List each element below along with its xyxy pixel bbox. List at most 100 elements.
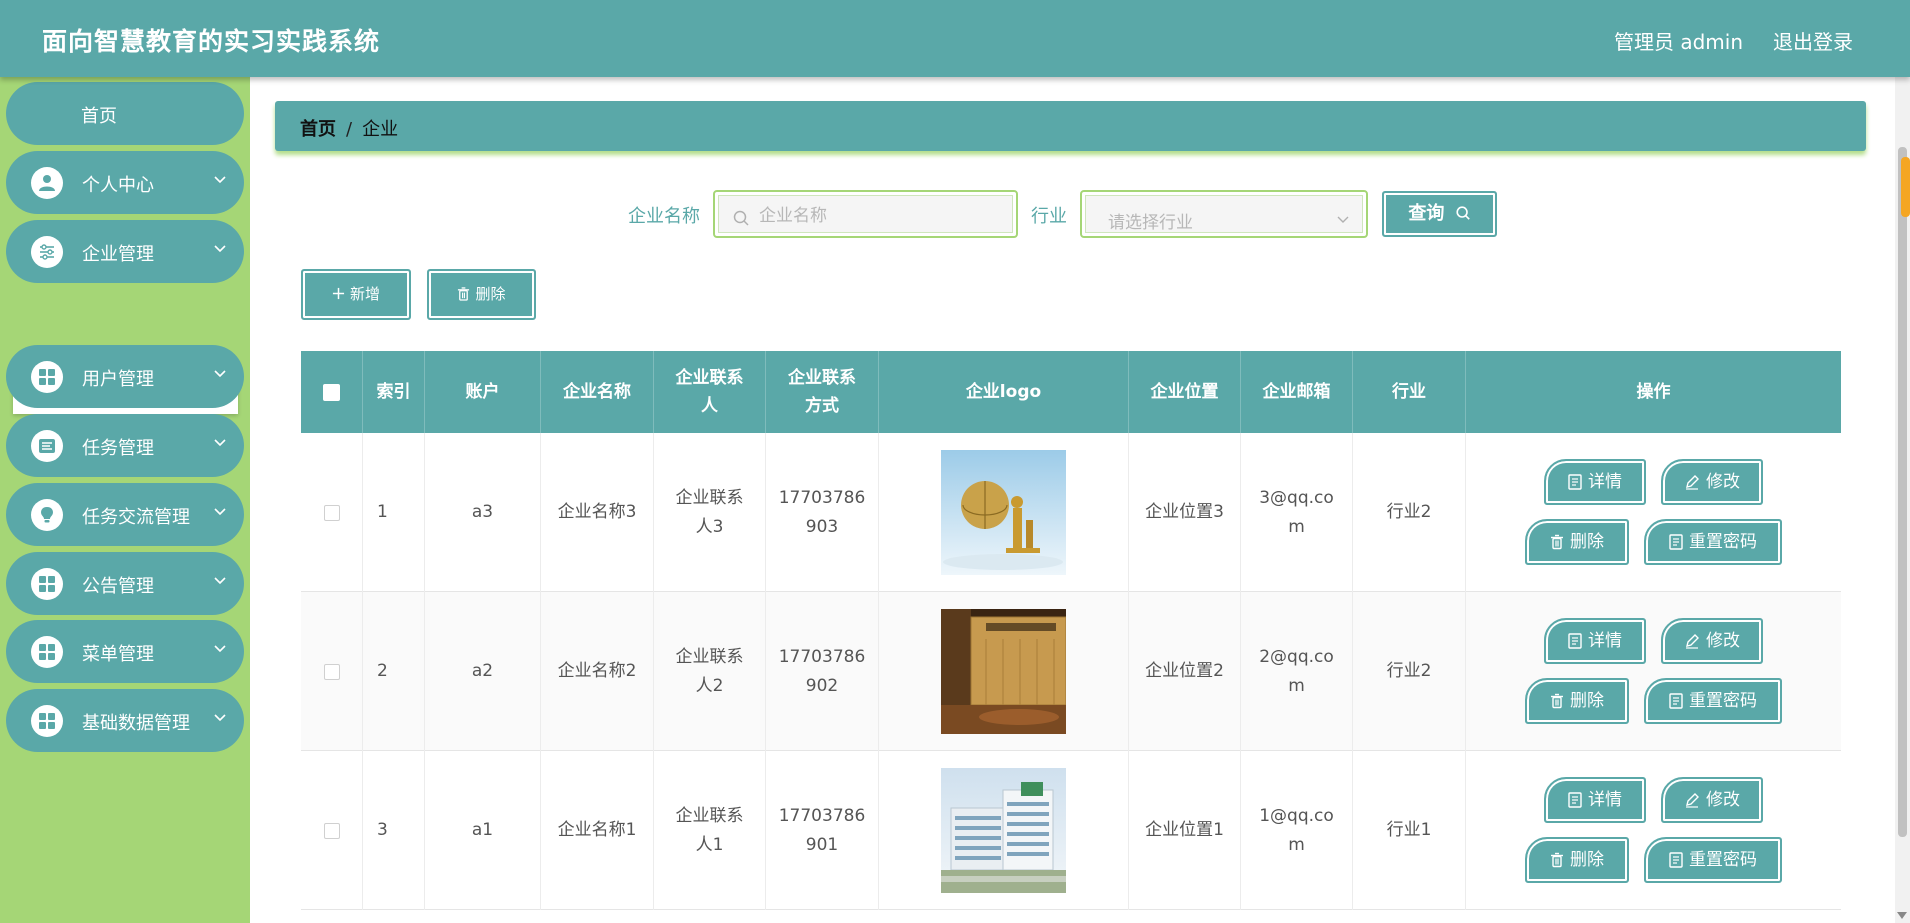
- batch-delete-button-label: 删除: [475, 285, 506, 303]
- cell-contact: 企业联系人3: [654, 433, 766, 592]
- sidebar-item-label: 企业管理: [82, 244, 154, 265]
- cell-phone: 17703786903: [766, 433, 879, 592]
- chevron-down-icon: [214, 645, 226, 653]
- column-header: 企业名称: [541, 351, 654, 433]
- table-row: 1 a3 企业名称3 企业联系人3 17703786903 企业位置3 3@qq…: [301, 433, 1841, 592]
- column-header: 企业位置: [1129, 351, 1241, 433]
- scrollbar-accent: [1901, 157, 1910, 217]
- cell-phone: 17703786901: [766, 751, 879, 910]
- sidebar-item-task-management[interactable]: 任务管理: [6, 414, 244, 477]
- batch-delete-button[interactable]: 删除: [427, 269, 536, 320]
- document-icon: [1568, 474, 1582, 490]
- cell-account: a3: [425, 433, 541, 592]
- sidebar-item-label: 菜单管理: [82, 644, 154, 665]
- breadcrumb-current: 企业: [362, 119, 399, 140]
- document-icon: [1669, 852, 1683, 868]
- edit-icon: [1686, 793, 1699, 808]
- sliders-icon: [31, 236, 63, 268]
- sidebar: 首页 个人中心 企业管理 企业 用户管理 任务管理 任务交流管理: [0, 77, 250, 923]
- search-icon: [733, 210, 749, 226]
- detail-button[interactable]: 详情: [1544, 777, 1646, 823]
- breadcrumb: 首页 / 企业: [275, 101, 1866, 151]
- cell-name: 企业名称2: [541, 592, 654, 751]
- cell-email: 2@qq.com: [1241, 592, 1353, 751]
- cell-industry: 行业1: [1353, 751, 1466, 910]
- enterprise-name-search: [713, 190, 1018, 238]
- edit-button[interactable]: 修改: [1661, 777, 1763, 823]
- logout-link[interactable]: 退出登录: [1773, 26, 1853, 55]
- chevron-down-icon: [214, 176, 226, 184]
- sidebar-item-label: 任务交流管理: [82, 507, 190, 528]
- sidebar-item-task-exchange-management[interactable]: 任务交流管理: [6, 483, 244, 546]
- cell-index: 2: [363, 592, 425, 751]
- chevron-down-icon: [214, 508, 226, 516]
- cell-account: a1: [425, 751, 541, 910]
- trash-icon: [1551, 693, 1563, 709]
- table-row: 3 a1 企业名称1 企业联系人1 17703786901 企业位置1 1@qq…: [301, 751, 1841, 910]
- industry-select[interactable]: 请选择行业: [1080, 190, 1368, 238]
- cell-name: 企业名称3: [541, 433, 654, 592]
- cell-contact: 企业联系人2: [654, 592, 766, 751]
- query-button-label: 查询: [1408, 203, 1445, 224]
- trash-icon: [1551, 852, 1563, 868]
- cell-account: a2: [425, 592, 541, 751]
- sidebar-item-label: 首页: [81, 106, 117, 127]
- search-icon: [1456, 206, 1470, 220]
- select-all-cell: [301, 351, 363, 433]
- sidebar-item-menu-management[interactable]: 菜单管理: [6, 620, 244, 683]
- row-checkbox[interactable]: [323, 663, 340, 680]
- row-checkbox[interactable]: [323, 504, 340, 521]
- trash-icon: [1551, 534, 1563, 550]
- document-icon: [1669, 693, 1683, 709]
- scroll-down-arrow-icon[interactable]: [1897, 912, 1907, 919]
- grid-icon: [31, 568, 63, 600]
- sidebar-item-label: 公告管理: [82, 576, 154, 597]
- edit-button[interactable]: 修改: [1661, 459, 1763, 505]
- query-button[interactable]: 查询: [1382, 191, 1497, 237]
- column-header: 账户: [425, 351, 541, 433]
- cell-location: 企业位置1: [1129, 751, 1241, 910]
- detail-button[interactable]: 详情: [1544, 618, 1646, 664]
- document-icon: [1568, 633, 1582, 649]
- cell-industry: 行业2: [1353, 592, 1466, 751]
- page-scrollbar[interactable]: [1895, 77, 1910, 923]
- column-header: 企业联系人: [654, 351, 766, 433]
- sidebar-item-user-management[interactable]: 用户管理: [6, 345, 244, 408]
- column-header: 操作: [1636, 382, 1671, 402]
- column-header: 行业: [1353, 351, 1466, 433]
- row-checkbox[interactable]: [323, 822, 340, 839]
- reset-password-button[interactable]: 重置密码: [1644, 678, 1782, 724]
- cell-email: 3@qq.com: [1241, 433, 1353, 592]
- enterprise-logo-image: [941, 450, 1066, 575]
- scrollbar-thumb[interactable]: [1898, 147, 1907, 837]
- delete-button[interactable]: 删除: [1525, 519, 1629, 565]
- trash-icon: [458, 287, 470, 301]
- sidebar-item-personal-center[interactable]: 个人中心: [6, 151, 244, 214]
- edit-icon: [1686, 475, 1699, 490]
- select-all-checkbox[interactable]: [323, 383, 340, 401]
- enterprise-name-input[interactable]: [759, 206, 979, 226]
- delete-button[interactable]: 删除: [1525, 678, 1629, 724]
- column-header: 企业logo: [879, 351, 1129, 433]
- industry-select-placeholder: 请选择行业: [1108, 213, 1193, 233]
- sidebar-item-basic-data-management[interactable]: 基础数据管理: [6, 689, 244, 752]
- delete-button[interactable]: 删除: [1525, 837, 1629, 883]
- sidebar-item-announcement-management[interactable]: 公告管理: [6, 552, 244, 615]
- cell-name: 企业名称1: [541, 751, 654, 910]
- cell-location: 企业位置2: [1129, 592, 1241, 751]
- breadcrumb-home[interactable]: 首页: [300, 119, 336, 140]
- reset-password-button[interactable]: 重置密码: [1644, 837, 1782, 883]
- sidebar-item-enterprise-management[interactable]: 企业管理: [6, 220, 244, 283]
- add-button[interactable]: 新增: [301, 269, 411, 320]
- list-icon: [31, 430, 63, 462]
- column-header: 企业邮箱: [1241, 351, 1353, 433]
- grid-icon: [31, 636, 63, 668]
- edit-button[interactable]: 修改: [1661, 618, 1763, 664]
- top-header: 面向智慧教育的实习实践系统 管理员 admin 退出登录: [0, 0, 1910, 77]
- plus-icon: [332, 287, 345, 300]
- sidebar-item-home[interactable]: 首页: [6, 82, 244, 145]
- industry-label: 行业: [1031, 206, 1067, 227]
- reset-password-button[interactable]: 重置密码: [1644, 519, 1782, 565]
- column-header: 企业联系方式: [766, 351, 879, 433]
- detail-button[interactable]: 详情: [1544, 459, 1646, 505]
